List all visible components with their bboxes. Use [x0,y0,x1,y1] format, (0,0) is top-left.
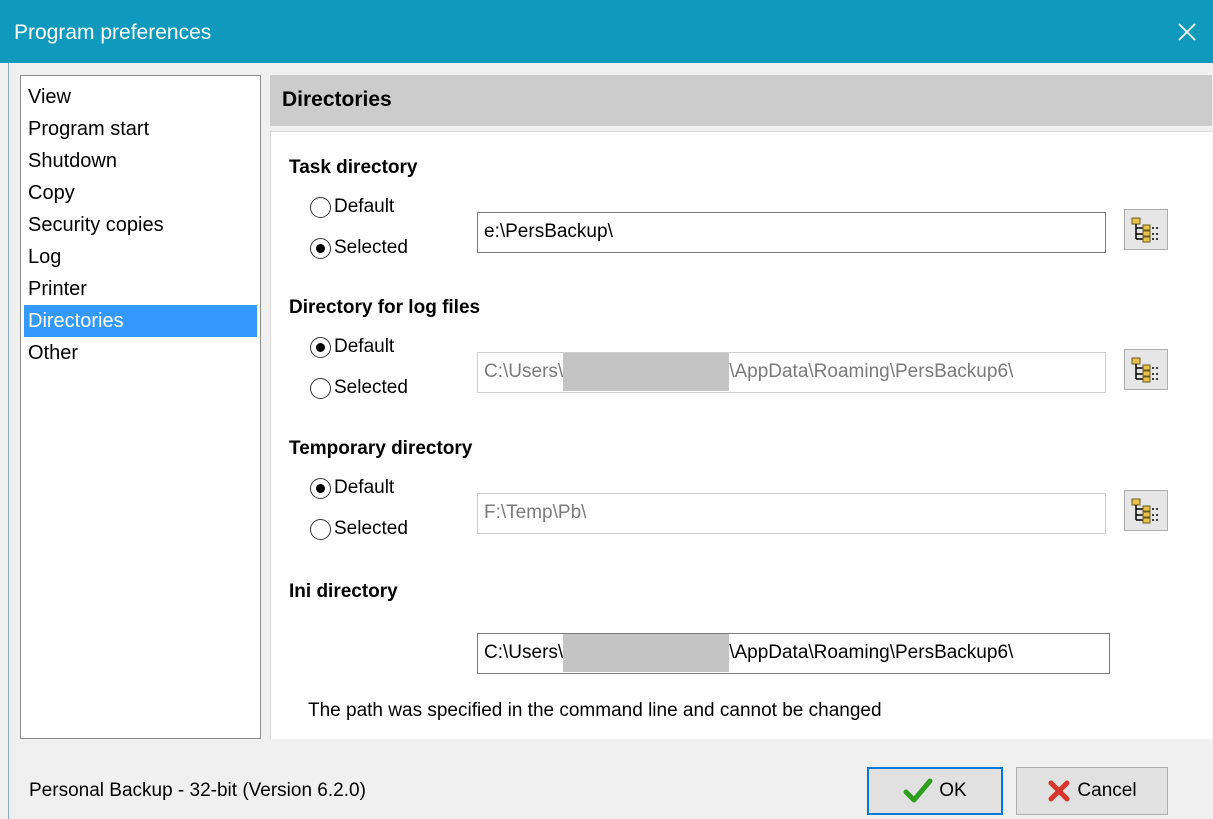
task-directory-browse-button[interactable] [1124,209,1168,250]
log-directory-browse-button[interactable] [1124,349,1168,390]
radio-label: Selected [334,237,408,258]
log-directory-label: Directory for log files [289,297,481,318]
folder-tree-icon [1131,498,1159,523]
ini-directory-note: The path was specified in the command li… [308,700,882,721]
folder-tree-icon [1131,217,1159,242]
log-directory-selected-radio[interactable]: Selected [310,375,408,401]
window-title: Program preferences [14,21,212,44]
checkmark-icon [903,778,933,803]
task-directory-default-radio[interactable]: Default [310,194,394,220]
cross-icon [1048,780,1070,802]
close-button[interactable] [1161,0,1213,63]
sidebar-item-directories[interactable]: Directories [24,305,257,337]
cancel-button[interactable]: Cancel [1016,767,1168,815]
radio-checked-icon [310,477,331,499]
close-icon [1178,22,1196,41]
radio-label: Default [334,196,395,217]
sidebar-item-view[interactable]: View [21,81,260,113]
redacted-username [563,634,730,672]
radio-label: Selected [334,377,408,398]
title-bar: Program preferences [0,0,1213,63]
sidebar-item-printer[interactable]: Printer [21,273,260,305]
log-directory-path-suffix: \AppData\Roaming\PersBackup6\ [729,361,1014,382]
temp-directory-selected-radio[interactable]: Selected [310,516,408,542]
temp-directory-path: F:\Temp\Pb\ [484,502,587,523]
temp-directory-field: F:\Temp\Pb\ [477,493,1106,534]
radio-label: Selected [334,518,408,539]
radio-label: Default [334,336,395,357]
radio-label: Default [334,477,395,498]
ini-directory-path-suffix: \AppData\Roaming\PersBackup6\ [729,642,1014,663]
folder-tree-icon [1131,357,1159,382]
sidebar-item-program-start[interactable]: Program start [21,113,260,145]
panel-title: Directories [282,88,392,111]
sidebar-item-log[interactable]: Log [21,241,260,273]
temp-directory-browse-button[interactable] [1124,490,1168,531]
temp-directory-default-radio[interactable]: Default [310,475,394,501]
task-directory-field[interactable]: e:\PersBackup\ [477,212,1106,253]
radio-unchecked-icon [310,518,331,540]
radio-checked-icon [310,237,331,259]
radio-checked-icon [310,336,331,358]
task-directory-label: Task directory [289,157,418,178]
ok-label: OK [939,780,967,801]
radio-unchecked-icon [310,196,331,218]
log-directory-path-prefix: C:\Users\ [484,361,564,382]
cancel-label: Cancel [1077,780,1137,801]
sidebar-item-security-copies[interactable]: Security copies [21,209,260,241]
ini-directory-field[interactable]: C:\Users\ \AppData\Roaming\PersBackup6\ [477,633,1110,674]
ini-directory-label: Ini directory [289,581,398,602]
task-directory-selected-radio[interactable]: Selected [310,235,408,261]
sidebar-item-shutdown[interactable]: Shutdown [21,145,260,177]
temp-directory-label: Temporary directory [289,438,473,459]
radio-unchecked-icon [310,377,331,399]
log-directory-default-radio[interactable]: Default [310,334,394,360]
sidebar-item-other[interactable]: Other [21,337,260,369]
ini-directory-path-prefix: C:\Users\ [484,642,564,663]
log-directory-field: C:\Users\ \AppData\Roaming\PersBackup6\ [477,352,1106,393]
task-directory-path: e:\PersBackup\ [484,221,613,242]
ok-button[interactable]: OK [867,767,1003,815]
sidebar-item-copy[interactable]: Copy [21,177,260,209]
redacted-username [563,353,730,391]
version-label: Personal Backup - 32-bit (Version 6.2.0) [29,780,366,801]
category-list[interactable]: View Program start Shutdown Copy Securit… [20,75,261,739]
panel-header: Directories [270,75,1212,126]
